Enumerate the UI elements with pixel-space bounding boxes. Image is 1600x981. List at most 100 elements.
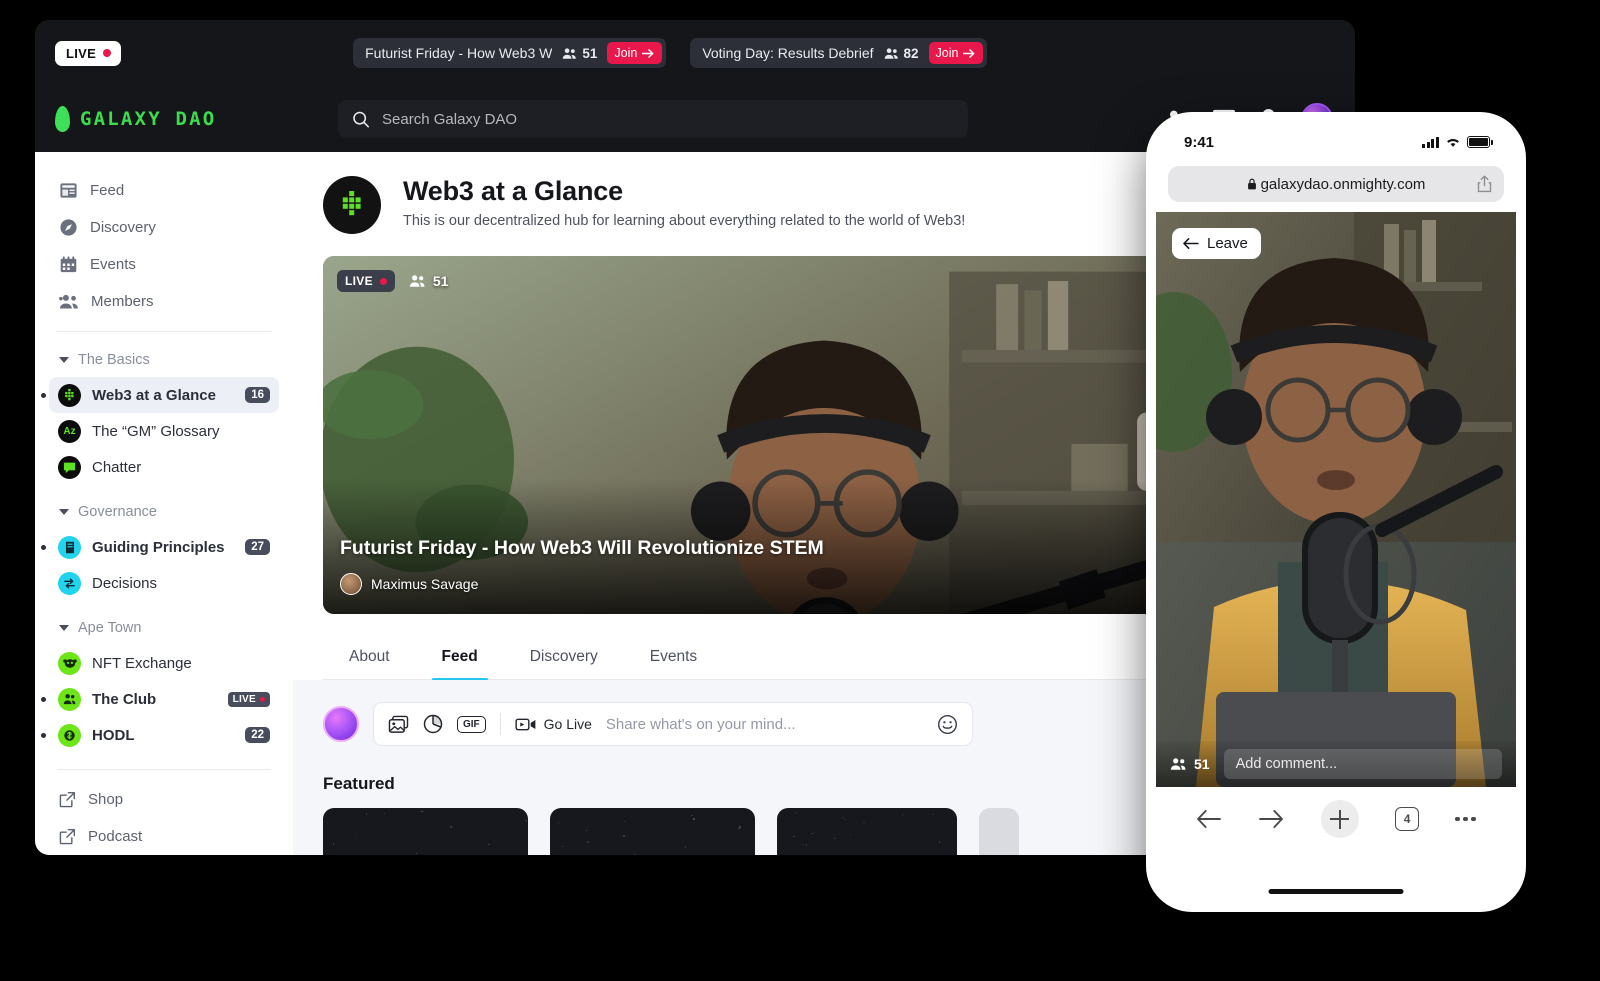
chatter-channel-icon xyxy=(58,456,81,479)
sidebar-item-guiding-principles[interactable]: Guiding Principles 27 xyxy=(49,529,279,565)
tab-feed[interactable]: Feed xyxy=(416,638,504,679)
sidebar-item-members[interactable]: Members xyxy=(49,283,279,320)
status-time: 9:41 xyxy=(1184,134,1214,151)
sidebar-item-web3-at-a-glance[interactable]: Web3 at a Glance 16 xyxy=(49,377,279,413)
poll-icon[interactable] xyxy=(423,714,443,734)
arrow-left-icon xyxy=(1182,237,1199,250)
featured-card[interactable] xyxy=(323,808,528,855)
sidebar-item-decisions[interactable]: Decisions xyxy=(49,565,279,601)
sidebar-item-chatter[interactable]: Chatter xyxy=(49,449,279,485)
live-badge: LIVE xyxy=(228,692,270,707)
phone-video-thumbnail xyxy=(1156,212,1516,787)
share-icon[interactable] xyxy=(1477,175,1492,193)
forward-arrow-icon[interactable] xyxy=(1258,809,1284,829)
unread-dot-icon xyxy=(41,697,46,702)
star-dot xyxy=(691,815,693,817)
banner-viewer-count: 51 xyxy=(562,46,597,61)
sidebar-item-the-club[interactable]: The Club LIVE xyxy=(49,681,279,717)
composer-box[interactable]: GIF Go Live Share what's on your mind... xyxy=(373,702,973,746)
sidebar-item-hodl[interactable]: HODL 22 xyxy=(49,717,279,753)
tab-discovery[interactable]: Discovery xyxy=(504,638,624,679)
sidebar-item-label: Events xyxy=(90,256,136,273)
more-icon[interactable] xyxy=(1455,817,1476,822)
sidebar-item-nft-exchange[interactable]: NFT Exchange xyxy=(49,645,279,681)
arrow-right-icon xyxy=(642,48,655,59)
sidebar-section-the-basics[interactable]: The Basics xyxy=(49,343,279,377)
star-dot xyxy=(355,836,357,838)
members-icon xyxy=(562,47,577,60)
emoji-icon[interactable] xyxy=(937,714,958,735)
live-banner-1[interactable]: Futurist Friday - How Web3 W 51 Join xyxy=(353,38,666,68)
author-avatar xyxy=(340,573,362,595)
sidebar-item-gm-glossary[interactable]: Az The “GM” Glossary xyxy=(49,413,279,449)
coin-icon xyxy=(63,729,76,742)
join-button-2[interactable]: Join xyxy=(929,42,984,64)
star-dot xyxy=(793,836,795,838)
star-dot xyxy=(693,818,695,820)
sidebar-item-events[interactable]: Events xyxy=(49,246,279,283)
hero-author-name: Maximus Savage xyxy=(371,576,478,592)
star-dot xyxy=(738,828,740,830)
back-arrow-icon[interactable] xyxy=(1196,809,1222,829)
hero-top-overlay: LIVE 51 xyxy=(337,270,448,292)
sidebar-item-feed[interactable]: Feed xyxy=(49,172,279,209)
external-link-icon xyxy=(59,828,76,845)
star-dot xyxy=(624,821,626,823)
switch-icon xyxy=(63,577,76,590)
sidebar-item-podcast[interactable]: Podcast xyxy=(49,818,279,855)
featured-card[interactable] xyxy=(550,808,755,855)
leave-button[interactable]: Leave xyxy=(1172,228,1261,259)
tab-events[interactable]: Events xyxy=(624,638,723,679)
sidebar-item-label: HODL xyxy=(92,727,135,744)
add-comment-input[interactable]: Add comment... xyxy=(1224,749,1502,779)
sidebar-item-label: Guiding Principles xyxy=(92,539,225,556)
star-dot xyxy=(488,844,490,846)
address-bar[interactable]: galaxydao.onmighty.com xyxy=(1168,166,1504,202)
search-bar[interactable] xyxy=(338,100,968,138)
star-dot xyxy=(796,812,798,814)
live-banner-2[interactable]: Voting Day: Results Debrief 82 Join xyxy=(690,38,987,68)
members-icon xyxy=(59,293,79,310)
sidebar-item-shop[interactable]: Shop xyxy=(49,781,279,818)
live-status-pill[interactable]: LIVE xyxy=(55,41,121,66)
gif-label: GIF xyxy=(463,719,480,730)
sidebar-item-label: Podcast xyxy=(88,828,142,845)
url-text-wrap: galaxydao.onmighty.com xyxy=(1247,176,1426,193)
calendar-icon xyxy=(59,255,78,274)
brand[interactable]: GALAXY DAO xyxy=(55,106,293,132)
go-live-button[interactable]: Go Live xyxy=(515,716,592,732)
sidebar-section-governance[interactable]: Governance xyxy=(49,495,279,529)
web3-channel-icon xyxy=(58,384,81,407)
sidebar-item-label: Web3 at a Glance xyxy=(92,387,216,404)
banner-title: Futurist Friday - How Web3 W xyxy=(365,45,552,61)
join-button-1[interactable]: Join xyxy=(607,42,662,64)
featured-card-partial[interactable] xyxy=(979,808,1019,855)
star-dot xyxy=(939,841,941,843)
brand-name: GALAXY DAO xyxy=(80,108,216,130)
star-dot xyxy=(902,814,904,816)
featured-card[interactable] xyxy=(777,808,957,855)
tabs-icon[interactable]: 4 xyxy=(1395,807,1419,831)
sidebar-item-discovery[interactable]: Discovery xyxy=(49,209,279,246)
ape-icon xyxy=(63,657,77,669)
star-dot xyxy=(416,853,418,855)
phone-viewer-value: 51 xyxy=(1194,756,1210,772)
star-dot xyxy=(366,813,368,815)
sidebar-item-label: Shop xyxy=(88,791,123,808)
star-dot xyxy=(333,843,335,845)
sidebar-section-ape-town[interactable]: Ape Town xyxy=(49,611,279,645)
sidebar-divider xyxy=(57,331,271,332)
new-tab-plus-icon[interactable] xyxy=(1321,800,1359,838)
page-title: Web3 at a Glance xyxy=(403,176,965,207)
composer-avatar[interactable] xyxy=(323,706,359,742)
space-header-text: Web3 at a Glance This is our decentraliz… xyxy=(403,176,965,229)
hero-viewer-value: 51 xyxy=(433,273,449,289)
phone-live-stream[interactable]: Leave 51 Add comment... xyxy=(1156,212,1516,787)
image-icon[interactable] xyxy=(388,715,409,734)
search-input[interactable] xyxy=(382,111,954,128)
tab-about[interactable]: About xyxy=(323,638,416,679)
gif-button[interactable]: GIF xyxy=(457,716,486,733)
composer-placeholder[interactable]: Share what's on your mind... xyxy=(606,716,923,733)
chat-bubble-icon xyxy=(63,461,76,474)
star-dot xyxy=(932,814,934,816)
